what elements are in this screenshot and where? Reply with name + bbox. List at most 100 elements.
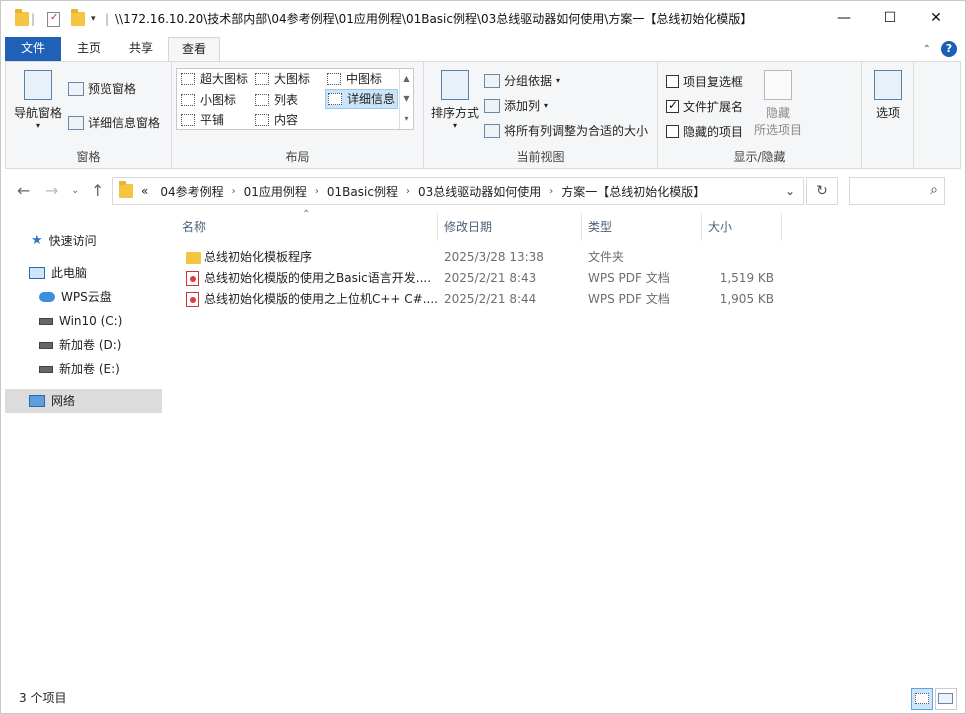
breadcrumb-item[interactable]: 03总线驱动器如何使用 [418, 183, 541, 200]
address-bar[interactable]: « 04参考例程 › 01应用例程 › 01Basic例程 › 03总线驱动器如… [112, 177, 804, 205]
chevron-right-icon[interactable]: › [315, 186, 319, 197]
extra-large-icons-icon [181, 73, 195, 85]
toolbar-separator: | [31, 12, 36, 26]
tab-share[interactable]: 共享 [115, 37, 167, 61]
layout-details[interactable]: 详细信息 [325, 89, 399, 109]
breadcrumb-item[interactable]: 01应用例程 [244, 183, 307, 200]
dropdown-icon: ▾ [544, 101, 549, 110]
network-icon [29, 395, 45, 407]
column-header-modified[interactable]: 修改日期 [438, 213, 582, 241]
layout-list[interactable]: 列表 [255, 90, 298, 110]
collapse-ribbon-icon[interactable]: ⌃ [923, 44, 931, 55]
add-column-icon [484, 98, 500, 113]
breadcrumb-item[interactable]: 方案一【总线初始化模版】 [561, 183, 705, 200]
pdf-icon [186, 271, 199, 286]
search-box[interactable]: ⌕ [849, 177, 945, 205]
minimize-button[interactable]: — [821, 1, 867, 37]
file-extensions-checkbox[interactable] [666, 98, 679, 113]
pdf-icon [186, 292, 199, 307]
nav-drive-c[interactable]: Win10 (C:) [5, 309, 162, 333]
close-button[interactable]: ✕ [913, 1, 959, 37]
nav-drive-d[interactable]: 新加卷 (D:) [5, 333, 162, 357]
details-view-button[interactable] [911, 688, 933, 710]
forward-button[interactable]: → [45, 173, 58, 209]
add-column-button[interactable]: 添加列 ▾ [484, 97, 548, 114]
file-row[interactable]: 总线初始化模版的使用之上位机C++ C#.... 2025/2/21 8:44 … [182, 289, 782, 310]
breadcrumb-overflow[interactable]: « [141, 184, 148, 198]
maximize-button[interactable]: ☐ [867, 1, 913, 37]
sort-by-button[interactable]: 排序方式 ▾ [430, 70, 480, 130]
group-by-button[interactable]: 分组依据 ▾ [484, 72, 560, 89]
preview-pane-button[interactable]: 预览窗格 [68, 80, 136, 97]
breadcrumb-item[interactable]: 01Basic例程 [327, 183, 398, 200]
tab-view[interactable]: 查看 [168, 37, 220, 62]
tab-home[interactable]: 主页 [63, 37, 115, 61]
large-icons-view-button[interactable] [935, 688, 957, 710]
back-button[interactable]: ← [17, 173, 30, 209]
up-button[interactable]: ↑ [91, 173, 104, 209]
pane-group-label: 窗格 [76, 150, 101, 164]
nav-this-pc[interactable]: 此电脑 [5, 261, 162, 285]
layout-small-icons[interactable]: 小图标 [181, 90, 236, 110]
quick-access-toolbar [15, 1, 29, 37]
small-icons-icon [181, 94, 195, 106]
tab-file[interactable]: 文件 [5, 37, 61, 61]
navigation-pane-button[interactable]: 导航窗格 ▾ [12, 70, 64, 130]
nav-wps-cloud[interactable]: WPS云盘 [5, 285, 162, 309]
nav-quick-access[interactable]: ★ 快速访问 [5, 229, 162, 253]
layout-content[interactable]: 内容 [255, 110, 298, 130]
dropdown-icon: ▾ [91, 14, 96, 24]
details-pane-button[interactable]: 详细信息窗格 [68, 114, 160, 131]
refresh-icon: ↻ [816, 183, 828, 199]
current-view-group: 排序方式 ▾ 分组依据 ▾ 添加列 ▾ 将所有列调整为合适的大小 当前视图 [424, 62, 658, 168]
file-row[interactable]: 总线初始化模版的使用之Basic语言开发.... 2025/2/21 8:43 … [182, 268, 782, 289]
scroll-down-icon[interactable]: ▼ [400, 89, 413, 109]
hidden-items-checkbox[interactable] [666, 125, 679, 138]
file-extensions-label: 文件扩展名 [683, 100, 744, 114]
navigation-pane-icon [24, 70, 52, 100]
fit-columns-button[interactable]: 将所有列调整为合适的大小 [484, 122, 648, 139]
hidden-items-toggle[interactable]: 隐藏的项目 [666, 123, 743, 140]
column-header-size[interactable]: 大小 [702, 213, 782, 241]
help-icon[interactable]: ? [941, 41, 957, 57]
nav-label: 快速访问 [48, 234, 97, 248]
dropdown-icon: ▾ [452, 121, 457, 130]
breadcrumb-item[interactable]: 04参考例程 [160, 183, 223, 200]
options-button[interactable]: 选项 [868, 70, 908, 121]
drive-icon [39, 365, 53, 373]
layout-tiles[interactable]: 平铺 [181, 110, 224, 130]
item-checkboxes-label: 项目复选框 [683, 75, 744, 89]
recent-locations-button[interactable]: ⌄ [71, 173, 79, 209]
nav-drive-e[interactable]: 新加卷 (E:) [5, 357, 162, 381]
layout-item-label: 内容 [274, 113, 299, 127]
chevron-right-icon[interactable]: › [406, 186, 410, 197]
column-header-type[interactable]: 类型 [582, 213, 702, 241]
item-checkboxes-toggle[interactable]: 项目复选框 [666, 73, 743, 90]
star-icon: ★ [31, 233, 43, 248]
scroll-up-icon[interactable]: ▲ [400, 69, 413, 89]
ribbon: 导航窗格 ▾ 预览窗格 详细信息窗格 窗格 超大图标 大图标 中图标 小图标 列… [5, 61, 961, 169]
file-type: WPS PDF 文档 [588, 271, 670, 285]
tiles-icon [181, 114, 195, 126]
customize-toolbar-button[interactable]: ▾ [91, 1, 96, 37]
status-bar: 3 个项目 [1, 685, 965, 713]
item-checkboxes-checkbox[interactable] [666, 75, 679, 88]
new-folder-button[interactable] [71, 1, 85, 37]
refresh-button[interactable]: ↻ [806, 177, 838, 205]
chevron-down-icon[interactable]: ⌄ [785, 184, 795, 198]
layout-medium-icons[interactable]: 中图标 [327, 69, 382, 89]
chevron-right-icon[interactable]: › [232, 186, 236, 197]
properties-button[interactable] [47, 1, 60, 37]
expand-gallery-icon[interactable]: ▾ [400, 109, 413, 129]
layout-large-icons[interactable]: 大图标 [255, 69, 310, 89]
folder-icon [186, 251, 201, 264]
preview-pane-label: 预览窗格 [88, 82, 137, 96]
chevron-right-icon[interactable]: › [549, 186, 553, 197]
layout-gallery-scroll[interactable]: ▲ ▼ ▾ [399, 69, 413, 129]
file-extensions-toggle[interactable]: 文件扩展名 [666, 98, 743, 115]
layout-extra-large-icons[interactable]: 超大图标 [181, 69, 248, 89]
hide-selected-button[interactable]: 隐藏 所选项目 [750, 70, 806, 138]
column-header-name[interactable]: 名称 [176, 213, 438, 241]
file-row[interactable]: 总线初始化模板程序 2025/3/28 13:38 文件夹 [182, 247, 782, 268]
nav-network[interactable]: 网络 [5, 389, 162, 413]
